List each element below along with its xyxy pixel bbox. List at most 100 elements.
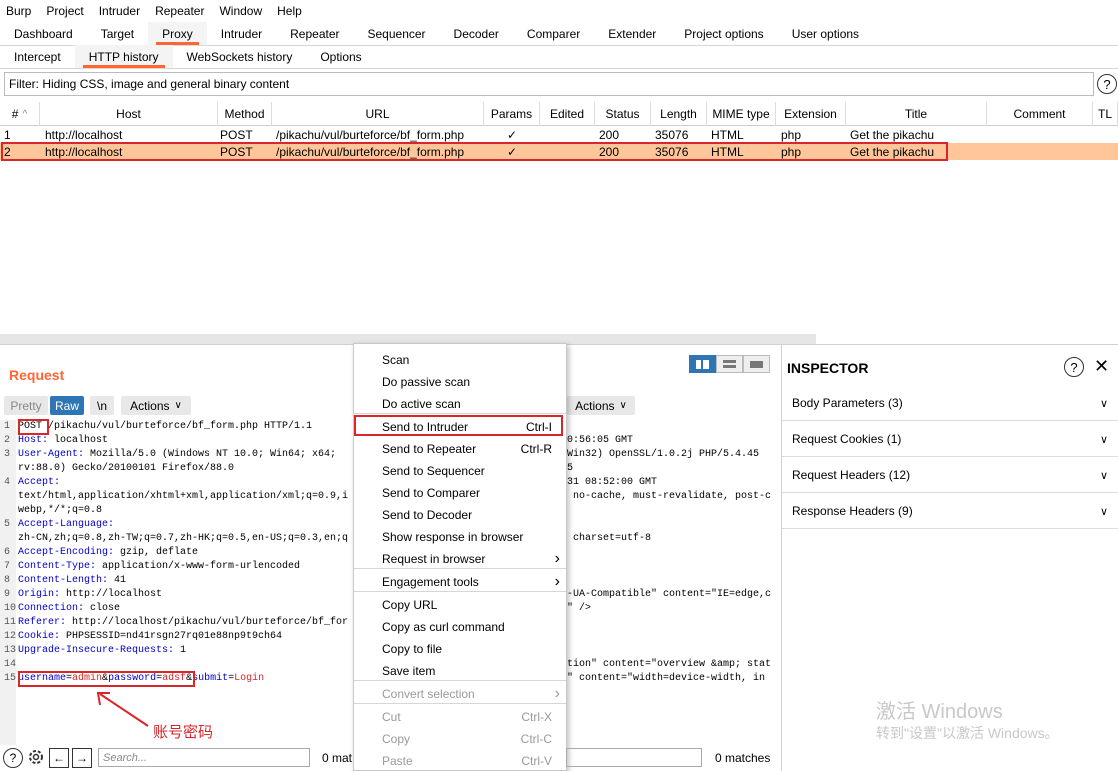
chevron-right-icon: › [554, 573, 560, 590]
cell-url: /pikachu/vul/burteforce/bf_form.php [276, 127, 465, 142]
menu-item-scan[interactable]: Scan [354, 349, 566, 371]
inspector-section[interactable]: Request Headers (12) ∨ [782, 458, 1118, 493]
help-icon[interactable]: ? [1064, 357, 1084, 377]
subtab-websockets-history[interactable]: WebSockets history [173, 45, 307, 68]
raw-button[interactable]: Raw [50, 396, 84, 415]
column-header-title[interactable]: Title [846, 102, 987, 126]
tab-divider [0, 68, 1118, 69]
column-header-length[interactable]: Length [651, 102, 707, 126]
help-icon[interactable]: ? [3, 748, 23, 768]
header-value: /pikachu/vul/burteforce/bf_form.php HTTP… [42, 421, 313, 432]
menu-bar: Burp Project Intruder Repeater Window Help [0, 0, 1118, 22]
request-editor[interactable]: 1 POST /pikachu/vul/burteforce/bf_form.ph… [4, 420, 348, 672]
request-line: 5 Accept-Language: [4, 518, 348, 532]
proxy-sub-tab-bar: Intercept HTTP history WebSockets history O… [0, 45, 1118, 68]
menu-item-do-passive-scan[interactable]: Do passive scan [354, 371, 566, 393]
inspector-section-label: Request Headers (12) [792, 468, 911, 482]
tab-dashboard[interactable]: Dashboard [0, 22, 87, 45]
menu-item-label: Cut [382, 710, 401, 724]
inspector-section[interactable]: Request Cookies (1) ∨ [782, 422, 1118, 457]
response-line: -UA-Compatible" content="IE=edge,ch [567, 589, 771, 600]
column-header-host[interactable]: Host [40, 102, 218, 126]
menu-item-engagement-tools[interactable]: Engagement tools › [354, 571, 566, 593]
tab-sequencer[interactable]: Sequencer [354, 22, 440, 45]
line-number: 8 [4, 575, 11, 586]
column-header-mime-type[interactable]: MIME type [707, 102, 776, 126]
response-actions-button[interactable]: Actions ∨ [567, 396, 635, 415]
request-line: 8 Content-Length: 41 [4, 574, 348, 588]
column-header-extension[interactable]: Extension [776, 102, 846, 126]
tabbed-view-icon[interactable] [743, 355, 770, 373]
line-number: 9 [4, 589, 11, 600]
menu-item-paste: Paste Ctrl-V [354, 750, 566, 771]
request-line: 3 User-Agent: Mozilla/5.0 (Windows NT 10.… [4, 448, 348, 462]
split-view-icon[interactable] [689, 355, 716, 373]
menu-item-copy-url[interactable]: Copy URL [354, 594, 566, 616]
header-name: Cookie: [18, 631, 61, 642]
inspector-section[interactable]: Body Parameters (3) ∨ [782, 386, 1118, 421]
search-input[interactable]: Search... [98, 748, 310, 767]
subtab-http-history[interactable]: HTTP history [74, 45, 173, 68]
inspector-section-label: Response Headers (9) [792, 504, 913, 518]
menu-item-window[interactable]: Window [219, 4, 262, 18]
menu-item-send-to-comparer[interactable]: Send to Comparer [354, 482, 566, 504]
menu-item-repeater[interactable]: Repeater [155, 4, 204, 18]
menu-item-send-to-sequencer[interactable]: Send to Sequencer [354, 460, 566, 482]
column-header-edited[interactable]: Edited [540, 102, 595, 126]
column-header-comment[interactable]: Comment [987, 102, 1093, 126]
menu-item-show-response-in-browser[interactable]: Show response in browser [354, 526, 566, 548]
response-editor[interactable]: 0:56:05 GMT Win32) OpenSSL/1.0.2j PHP/5.4… [567, 434, 771, 686]
menu-item-copy-as-curl-command[interactable]: Copy as curl command [354, 616, 566, 638]
menu-item-copy-to-file[interactable]: Copy to file [354, 638, 566, 660]
column-header-label: Length [660, 107, 697, 121]
menu-item-help[interactable]: Help [277, 4, 302, 18]
menu-item-do-active-scan[interactable]: Do active scan [354, 393, 566, 415]
response-line [567, 518, 771, 532]
header-name: Connection: [18, 603, 85, 614]
menu-item-request-in-browser[interactable]: Request in browser › [354, 548, 566, 570]
tab-repeater[interactable]: Repeater [276, 22, 353, 45]
column-header-label: Comment [1013, 107, 1066, 121]
column-header-url[interactable]: URL [272, 102, 484, 126]
request-line: 7 Content-Type: application/x-www-form-ur… [4, 560, 348, 574]
tab-target[interactable]: Target [87, 22, 148, 45]
settings-gear-icon[interactable] [26, 747, 46, 770]
menu-item-save-item[interactable]: Save item [354, 660, 566, 682]
arrow-right-icon[interactable]: → [72, 748, 92, 768]
menu-item-burp[interactable]: Burp [6, 4, 31, 18]
column-header-status[interactable]: Status [595, 102, 651, 126]
help-icon[interactable]: ? [1097, 74, 1117, 94]
pretty-button[interactable]: Pretty [4, 396, 48, 415]
column-header-tl[interactable]: TL [1093, 102, 1118, 126]
line-number: 11 [4, 617, 17, 628]
stacked-view-icon[interactable] [716, 355, 743, 373]
arrow-left-icon[interactable]: ← [49, 748, 69, 768]
inspector-section[interactable]: Response Headers (9) ∨ [782, 494, 1118, 529]
tab-decoder[interactable]: Decoder [440, 22, 513, 45]
menu-item-project[interactable]: Project [46, 4, 83, 18]
tab-comparer[interactable]: Comparer [513, 22, 594, 45]
line-number: 13 [4, 645, 17, 656]
line-number: 5 [4, 519, 11, 530]
tab-extender[interactable]: Extender [594, 22, 670, 45]
column-header-number[interactable]: # ^ [0, 102, 40, 126]
chevron-down-icon: ∨ [1099, 469, 1108, 482]
subtab-options[interactable]: Options [306, 45, 375, 68]
subtab-intercept[interactable]: Intercept [0, 45, 75, 68]
menu-item-intruder[interactable]: Intruder [99, 4, 140, 18]
tab-proxy[interactable]: Proxy [148, 22, 207, 45]
tab-project-options[interactable]: Project options [670, 22, 777, 45]
menu-item-send-to-decoder[interactable]: Send to Decoder [354, 504, 566, 526]
column-header-method[interactable]: Method [218, 102, 272, 126]
column-header-label: # [11, 107, 19, 121]
request-actions-button[interactable]: Actions ∨ [121, 396, 191, 415]
close-icon[interactable]: ✕ [1094, 356, 1109, 377]
menu-item-send-to-repeater[interactable]: Send to Repeater Ctrl-R [354, 438, 566, 460]
tab-user-options[interactable]: User options [778, 22, 873, 45]
newline-toggle-button[interactable]: \n [90, 396, 114, 415]
tab-intruder[interactable]: Intruder [207, 22, 276, 45]
response-search-input[interactable] [566, 748, 702, 767]
table-row[interactable]: 1 http://localhost POST/pikachu/vul/burtef… [0, 126, 1118, 143]
filter-bar[interactable]: Filter: Hiding CSS, image and general bi… [4, 72, 1094, 96]
column-header-params[interactable]: Params [484, 102, 540, 126]
